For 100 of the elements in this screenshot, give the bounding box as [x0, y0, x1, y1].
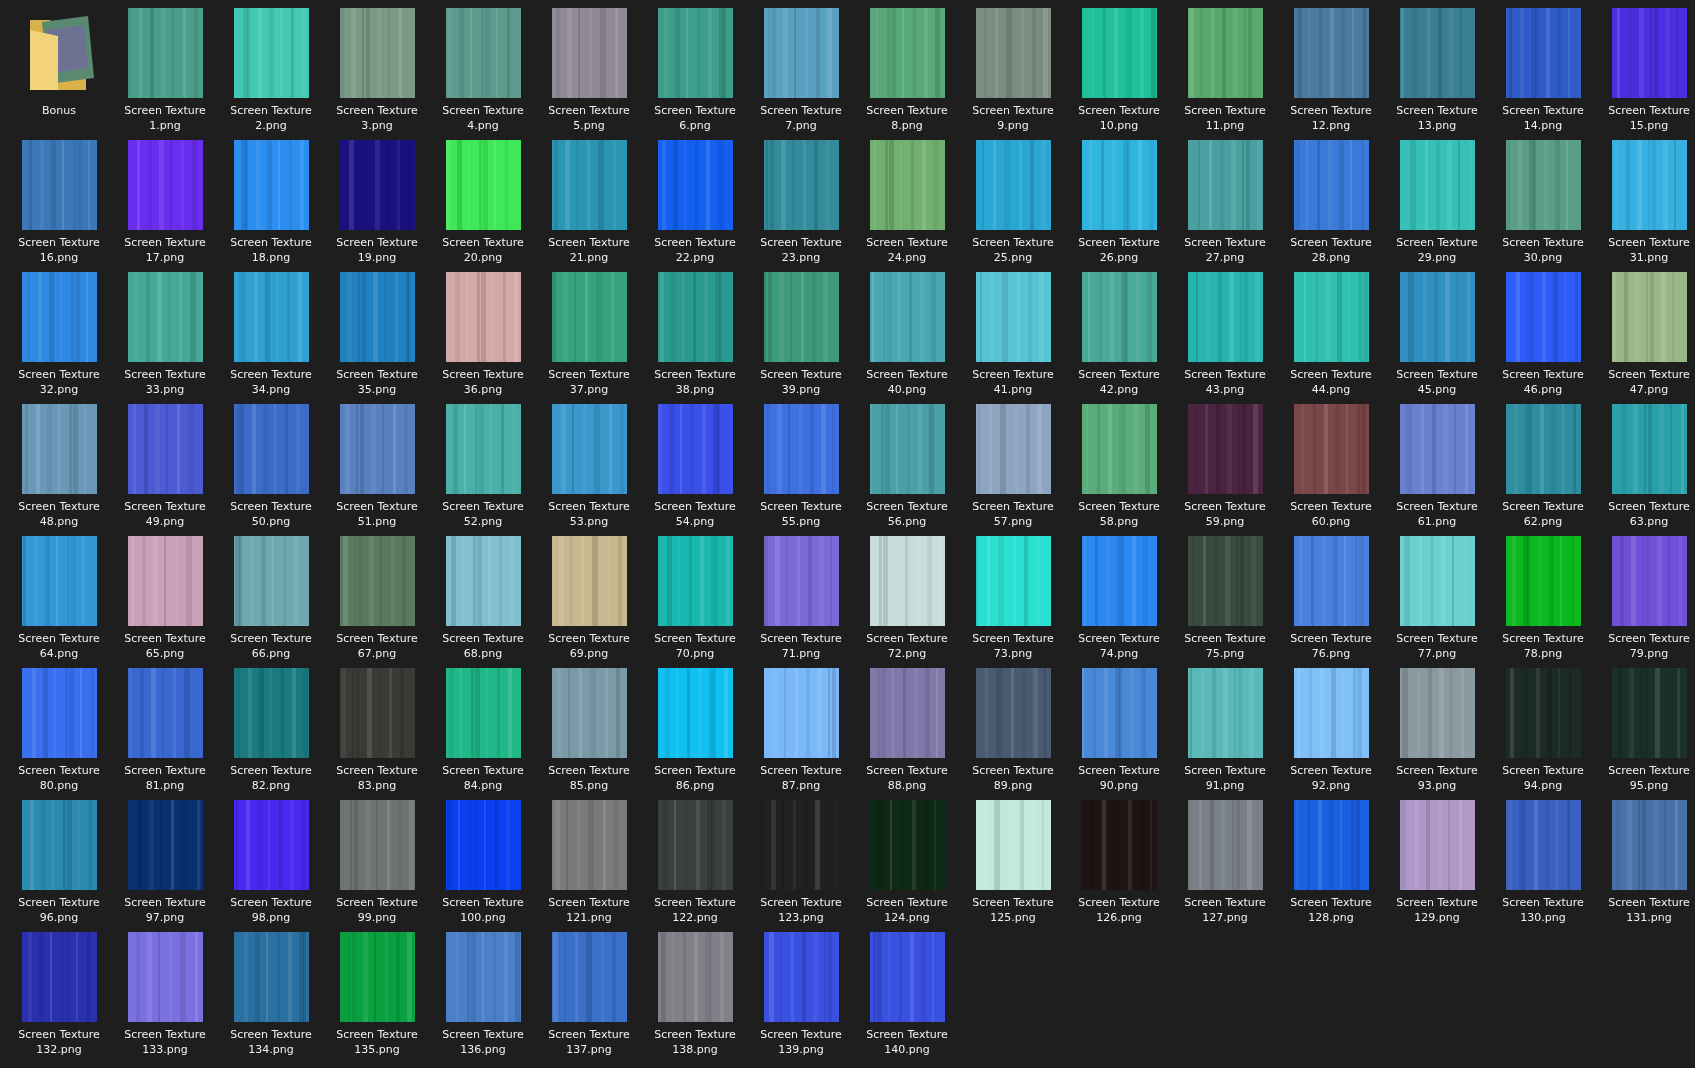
file-name[interactable]: Screen Texture 72.png [857, 631, 957, 661]
file-name[interactable]: Screen Texture 91.png [1175, 763, 1275, 793]
file-name[interactable]: Screen Texture 73.png [963, 631, 1063, 661]
file-name[interactable]: Screen Texture 85.png [539, 763, 639, 793]
file-name[interactable]: Screen Texture 66.png [221, 631, 321, 661]
file-name[interactable]: Screen Texture 21.png [539, 235, 639, 265]
file-name[interactable]: Screen Texture 64.png [9, 631, 109, 661]
file-name[interactable]: Screen Texture 126.png [1069, 895, 1169, 925]
file-name[interactable]: Screen Texture 37.png [539, 367, 639, 397]
file-name[interactable]: Screen Texture 132.png [9, 1027, 109, 1057]
file-name[interactable]: Screen Texture 139.png [751, 1027, 851, 1057]
file-name[interactable]: Screen Texture 62.png [1493, 499, 1593, 529]
file-name[interactable]: Screen Texture 49.png [115, 499, 215, 529]
file-name[interactable]: Screen Texture 19.png [327, 235, 427, 265]
file-name[interactable]: Screen Texture 75.png [1175, 631, 1275, 661]
file-name[interactable]: Screen Texture 84.png [433, 763, 533, 793]
file-name[interactable]: Screen Texture 82.png [221, 763, 321, 793]
file-name[interactable]: Screen Texture 134.png [221, 1027, 321, 1057]
file-name[interactable]: Screen Texture 2.png [221, 103, 321, 133]
file-name[interactable]: Screen Texture 83.png [327, 763, 427, 793]
file-name[interactable]: Screen Texture 44.png [1281, 367, 1381, 397]
file-name[interactable]: Screen Texture 42.png [1069, 367, 1169, 397]
file-name[interactable]: Screen Texture 70.png [645, 631, 745, 661]
file-name[interactable]: Screen Texture 86.png [645, 763, 745, 793]
file-name[interactable]: Screen Texture 77.png [1387, 631, 1487, 661]
file-name[interactable]: Screen Texture 129.png [1387, 895, 1487, 925]
file-name[interactable]: Screen Texture 18.png [221, 235, 321, 265]
file-name[interactable]: Screen Texture 92.png [1281, 763, 1381, 793]
file-name[interactable]: Screen Texture 55.png [751, 499, 851, 529]
file-name[interactable]: Screen Texture 48.png [9, 499, 109, 529]
file-name[interactable]: Screen Texture 128.png [1281, 895, 1381, 925]
file-name[interactable]: Screen Texture 79.png [1599, 631, 1695, 661]
file-name[interactable]: Screen Texture 59.png [1175, 499, 1275, 529]
file-name[interactable]: Screen Texture 45.png [1387, 367, 1487, 397]
file-name[interactable]: Screen Texture 100.png [433, 895, 533, 925]
file-name[interactable]: Screen Texture 28.png [1281, 235, 1381, 265]
file-name[interactable]: Screen Texture 11.png [1175, 103, 1275, 133]
file-name[interactable]: Screen Texture 69.png [539, 631, 639, 661]
file-name[interactable]: Screen Texture 15.png [1599, 103, 1695, 133]
file-name[interactable]: Screen Texture 127.png [1175, 895, 1275, 925]
file-name[interactable]: Screen Texture 36.png [433, 367, 533, 397]
file-name[interactable]: Screen Texture 12.png [1281, 103, 1381, 133]
file-name[interactable]: Screen Texture 50.png [221, 499, 321, 529]
file-name[interactable]: Screen Texture 93.png [1387, 763, 1487, 793]
file-name[interactable]: Screen Texture 63.png [1599, 499, 1695, 529]
file-name[interactable]: Screen Texture 87.png [751, 763, 851, 793]
file-name[interactable]: Screen Texture 89.png [963, 763, 1063, 793]
file-name[interactable]: Screen Texture 25.png [963, 235, 1063, 265]
file-name[interactable]: Screen Texture 54.png [645, 499, 745, 529]
file-name[interactable]: Screen Texture 74.png [1069, 631, 1169, 661]
file-name[interactable]: Screen Texture 40.png [857, 367, 957, 397]
file-name[interactable]: Screen Texture 124.png [857, 895, 957, 925]
file-name[interactable]: Screen Texture 5.png [539, 103, 639, 133]
file-name[interactable]: Screen Texture 136.png [433, 1027, 533, 1057]
file-name[interactable]: Screen Texture 90.png [1069, 763, 1169, 793]
file-name[interactable]: Screen Texture 22.png [645, 235, 745, 265]
file-name[interactable]: Screen Texture 95.png [1599, 763, 1695, 793]
file-name[interactable]: Screen Texture 97.png [115, 895, 215, 925]
file-name[interactable]: Screen Texture 13.png [1387, 103, 1487, 133]
file-name[interactable]: Screen Texture 80.png [9, 763, 109, 793]
file-name[interactable]: Screen Texture 41.png [963, 367, 1063, 397]
file-name[interactable]: Screen Texture 98.png [221, 895, 321, 925]
file-name[interactable]: Screen Texture 133.png [115, 1027, 215, 1057]
file-name[interactable]: Screen Texture 26.png [1069, 235, 1169, 265]
file-name[interactable]: Screen Texture 8.png [857, 103, 957, 133]
file-name[interactable]: Screen Texture 4.png [433, 103, 533, 133]
file-name[interactable]: Screen Texture 1.png [115, 103, 215, 133]
file-name[interactable]: Screen Texture 39.png [751, 367, 851, 397]
file-name[interactable]: Screen Texture 130.png [1493, 895, 1593, 925]
file-name[interactable]: Screen Texture 121.png [539, 895, 639, 925]
file-name[interactable]: Screen Texture 47.png [1599, 367, 1695, 397]
file-name[interactable]: Screen Texture 125.png [963, 895, 1063, 925]
file-name[interactable]: Screen Texture 122.png [645, 895, 745, 925]
file-name[interactable]: Screen Texture 16.png [9, 235, 109, 265]
file-name[interactable]: Screen Texture 67.png [327, 631, 427, 661]
file-name[interactable]: Screen Texture 88.png [857, 763, 957, 793]
file-name[interactable]: Screen Texture 138.png [645, 1027, 745, 1057]
file-name[interactable]: Screen Texture 68.png [433, 631, 533, 661]
file-name[interactable]: Screen Texture 131.png [1599, 895, 1695, 925]
file-name[interactable]: Screen Texture 78.png [1493, 631, 1593, 661]
file-name[interactable]: Screen Texture 33.png [115, 367, 215, 397]
file-name[interactable]: Screen Texture 76.png [1281, 631, 1381, 661]
file-name[interactable]: Screen Texture 38.png [645, 367, 745, 397]
file-name[interactable]: Screen Texture 99.png [327, 895, 427, 925]
file-name[interactable]: Screen Texture 81.png [115, 763, 215, 793]
file-name[interactable]: Screen Texture 34.png [221, 367, 321, 397]
file-name[interactable]: Screen Texture 30.png [1493, 235, 1593, 265]
file-name[interactable]: Screen Texture 71.png [751, 631, 851, 661]
file-name[interactable]: Screen Texture 46.png [1493, 367, 1593, 397]
file-name[interactable]: Screen Texture 24.png [857, 235, 957, 265]
file-name[interactable]: Screen Texture 65.png [115, 631, 215, 661]
file-name[interactable]: Screen Texture 58.png [1069, 499, 1169, 529]
file-name[interactable]: Screen Texture 6.png [645, 103, 745, 133]
file-name[interactable]: Screen Texture 31.png [1599, 235, 1695, 265]
file-name[interactable]: Screen Texture 35.png [327, 367, 427, 397]
file-name[interactable]: Screen Texture 32.png [9, 367, 109, 397]
file-name[interactable]: Screen Texture 43.png [1175, 367, 1275, 397]
file-name[interactable]: Bonus [9, 103, 109, 118]
file-name[interactable]: Screen Texture 123.png [751, 895, 851, 925]
file-name[interactable]: Screen Texture 135.png [327, 1027, 427, 1057]
